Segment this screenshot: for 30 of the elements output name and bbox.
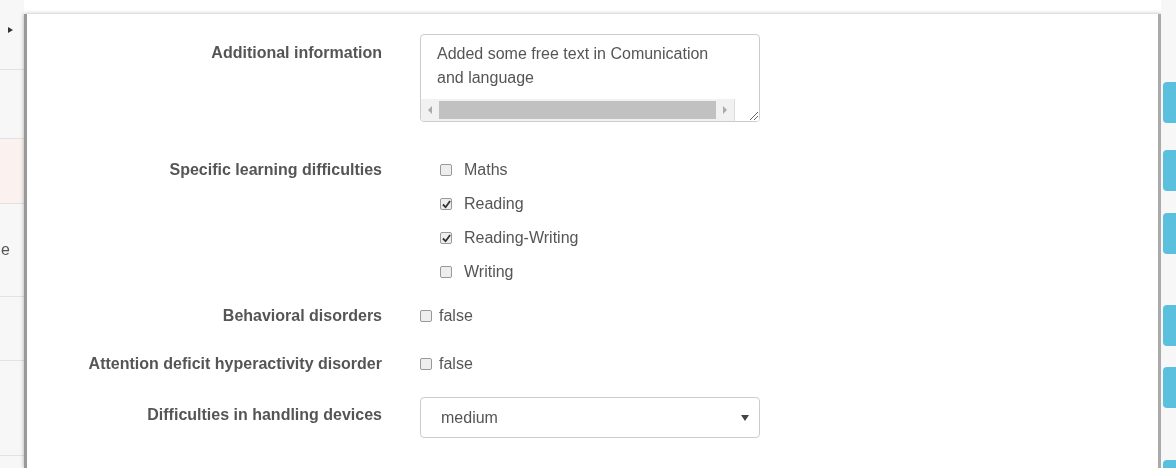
- field-label: Additional information: [211, 43, 382, 62]
- side-button[interactable]: [1163, 213, 1176, 254]
- checkbox[interactable]: [440, 164, 452, 176]
- field-label: Behavioral disorders: [222, 306, 382, 325]
- side-button[interactable]: [1163, 367, 1176, 408]
- checkbox[interactable]: [440, 266, 452, 278]
- side-button[interactable]: [1163, 150, 1176, 191]
- checkbox-label: false: [439, 354, 473, 374]
- field-label: Specific learning difficulties: [169, 160, 382, 179]
- checkbox[interactable]: [440, 232, 452, 244]
- checkbox-label: Reading-Writing: [464, 228, 579, 248]
- resize-grip-icon[interactable]: [747, 109, 759, 121]
- field-label: Difficulties in handling devices: [147, 405, 382, 424]
- dropdown-select[interactable]: medium: [420, 397, 760, 438]
- checkbox[interactable]: [420, 358, 432, 370]
- side-button[interactable]: [1163, 305, 1176, 346]
- checkbox-label: false: [439, 306, 473, 326]
- caret-icon: [8, 26, 13, 33]
- checkbox[interactable]: [420, 310, 432, 322]
- caret-icon: [741, 414, 749, 421]
- table-text: e: [0, 241, 10, 259]
- checkbox-label: Writing: [464, 262, 514, 282]
- horizontal-scrollbar[interactable]: [421, 99, 759, 121]
- text-area[interactable]: Added some free text in Comunication and language: [420, 34, 760, 122]
- scroll-right-icon[interactable]: [720, 105, 730, 115]
- checkbox-label: Maths: [464, 160, 508, 180]
- checkbox[interactable]: [440, 198, 452, 210]
- checkbox-label: Reading: [464, 194, 524, 214]
- field-label: Attention deficit hyperactivity disorder: [88, 354, 382, 373]
- side-button[interactable]: [1163, 82, 1176, 123]
